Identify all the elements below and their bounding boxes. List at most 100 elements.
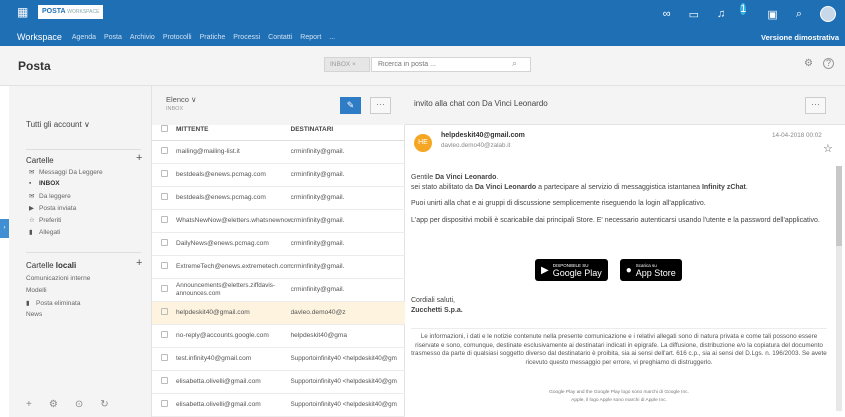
mail-recipients: davleo.demo40@z	[290, 301, 405, 325]
mail-row[interactable]: no-reply@accounts.google.com helpdeskit40…	[152, 324, 405, 348]
mail-row[interactable]: Announcements@eletters.ziffdavis-announc…	[152, 278, 405, 302]
folder-filter-chip[interactable]: INBOX ×	[324, 57, 370, 72]
view-selector[interactable]: Elenco ∨	[166, 95, 197, 104]
workspace-link[interactable]: Workspace	[17, 32, 62, 42]
mail-row[interactable]: elisabetta.olivelli@gmail.com Supportoinf…	[152, 393, 405, 417]
column-header-sender[interactable]: MITTENTE	[176, 119, 291, 141]
sidebar-item-attachments[interactable]: ▮ Allegati	[29, 228, 60, 236]
google-play-badge[interactable]: ▶ DISPONIBILE SU Google Play	[535, 259, 608, 281]
mail-row[interactable]: ExtremeTech@enews.extremetech.com crminfi…	[152, 255, 405, 279]
check-circle-icon[interactable]: ⊙	[75, 399, 83, 410]
mail-recipients: crminfinity@gmail.	[290, 278, 405, 302]
row-checkbox[interactable]	[152, 209, 176, 233]
star-icon[interactable]: ☆	[823, 142, 833, 155]
mail-recipients: Supportoinfinity40 <helpdeskit40@gm	[290, 370, 405, 394]
mail-row[interactable]: elisabetta.olivelli@gmail.com Supportoinf…	[152, 370, 405, 394]
notification-badge: 1	[740, 3, 747, 15]
body-paragraph: Puoi unirti alla chat e ai gruppi di dis…	[411, 200, 706, 207]
add-folder-button[interactable]: +	[136, 152, 142, 164]
row-checkbox[interactable]	[152, 255, 176, 279]
folders-section-title: Cartelle	[26, 156, 54, 165]
sidebar-item-internal-comms[interactable]: Comunicazioni interne	[26, 275, 90, 282]
reader-header: invito alla chat con Da Vinci Leonardo ·…	[405, 86, 845, 125]
sidebar-item-favorites[interactable]: ☆ Preferiti	[29, 216, 61, 224]
user-avatar[interactable]	[820, 6, 836, 22]
mail-row[interactable]: helpdeskit40@gmail.com davleo.demo40@z	[152, 301, 405, 325]
sidebar-item-trash[interactable]: ▮ Posta eliminata	[26, 299, 80, 307]
search-icon[interactable]: ⌕	[796, 8, 802, 21]
mail-sender: test.infinity40@gmail.com	[176, 347, 291, 371]
row-checkbox[interactable]	[152, 140, 176, 164]
paperclip-icon: ▮	[29, 229, 33, 236]
sidebar-footer: + ⚙ ⊙ ↻	[9, 399, 152, 410]
account-selector[interactable]: Tutti gli account ∨	[26, 120, 90, 129]
sidebar-item-unread-messages[interactable]: ✉ Messaggi Da Leggere	[29, 168, 103, 176]
bell-icon[interactable]: ♫ 1	[717, 3, 749, 20]
local-folders-section-title: Cartelle locali	[26, 261, 77, 270]
nav-report[interactable]: Report	[300, 34, 321, 41]
sidebar-toggle[interactable]: ›	[0, 219, 9, 238]
nav-processi[interactable]: Processi	[233, 34, 260, 41]
reader-scrollbar[interactable]	[836, 166, 842, 411]
search-input[interactable]	[371, 57, 531, 72]
add-local-folder-button[interactable]: +	[136, 257, 142, 269]
row-checkbox[interactable]	[152, 278, 176, 302]
nav-contatti[interactable]: Contatti	[268, 34, 292, 41]
nav-agenda[interactable]: Agenda	[72, 34, 96, 41]
row-checkbox[interactable]	[152, 370, 176, 394]
mail-sender: helpdeskit40@gmail.com	[176, 301, 291, 325]
nav-posta[interactable]: Posta	[104, 34, 122, 41]
row-checkbox[interactable]	[152, 347, 176, 371]
mail-row[interactable]: DailyNews@enews.pcmag.com crminfinity@gma…	[152, 232, 405, 256]
scrollbar-thumb[interactable]	[836, 166, 842, 246]
infinity-icon[interactable]: ∞	[663, 8, 671, 20]
sidebar-item-to-read[interactable]: ✉ Da leggere	[29, 192, 71, 200]
mail-row[interactable]: test.infinity40@gmail.com Supportoinfinit…	[152, 347, 405, 371]
search-icon[interactable]: ⌕	[512, 58, 517, 69]
list-more-button[interactable]: ···	[370, 97, 391, 114]
monitor-icon[interactable]: ▭	[689, 8, 699, 21]
top-bar: ▦ POSTA WORKSPACE ∞ ▭ ♫ 1 ▣ ⌕ Workspace A…	[0, 0, 845, 46]
select-all-checkbox[interactable]	[152, 119, 176, 141]
sender-address[interactable]: helpdeskit40@gmail.com	[441, 132, 525, 139]
sidebar-item-inbox[interactable]: ▪ INBOX	[29, 180, 60, 187]
help-icon[interactable]: ?	[823, 58, 834, 69]
row-checkbox[interactable]	[152, 232, 176, 256]
refresh-icon[interactable]: ↻	[100, 399, 108, 410]
mail-recipients: Supportoinfinity40 <helpdeskit40@gm	[290, 393, 405, 417]
mail-row[interactable]: WhatsNewNow@eletters.whatsnewnow.comcrmi…	[152, 209, 405, 233]
compose-button[interactable]: ✎	[340, 97, 361, 114]
row-checkbox[interactable]	[152, 393, 176, 417]
envelope-icon: ✉	[29, 169, 35, 176]
row-checkbox[interactable]	[152, 301, 176, 325]
app-grid-icon[interactable]: ▦	[17, 6, 29, 18]
sidebar-item-sent[interactable]: ▶ Posta inviata	[29, 204, 76, 212]
settings-gear-icon[interactable]: ⚙	[49, 399, 58, 410]
nav-protocolli[interactable]: Protocolli	[163, 34, 192, 41]
mail-row[interactable]: mailing@mailing-list.it crminfinity@gmail…	[152, 140, 405, 164]
mail-row[interactable]: bestdeals@enews.pcmag.com crminfinity@gma…	[152, 163, 405, 187]
mail-row[interactable]: bestdeals@enews.pcmag.com crminfinity@gma…	[152, 186, 405, 210]
row-checkbox[interactable]	[152, 163, 176, 187]
add-icon[interactable]: +	[26, 399, 32, 410]
app-brand[interactable]: POSTA WORKSPACE	[38, 5, 104, 19]
row-checkbox[interactable]	[152, 324, 176, 348]
apple-icon: ●	[625, 264, 632, 276]
settings-gear-icon[interactable]: ⚙	[804, 58, 813, 69]
column-header-recipients[interactable]: DESTINATARI	[290, 119, 405, 141]
sidebar-item-news[interactable]: News	[26, 311, 42, 318]
row-checkbox[interactable]	[152, 186, 176, 210]
sidebar-item-templates[interactable]: Modelli	[26, 287, 47, 294]
nav-more[interactable]: ...	[329, 34, 335, 41]
chat-icon[interactable]: ▣	[767, 8, 777, 21]
title-bar: Posta INBOX × ⌕ ⚙ ?	[0, 46, 845, 86]
nav-pratiche[interactable]: Pratiche	[200, 34, 226, 41]
nav-archivio[interactable]: Archivio	[130, 34, 155, 41]
divider	[26, 149, 141, 150]
reader-more-button[interactable]: ···	[805, 97, 826, 114]
app-store-badge[interactable]: ● Scarica su App Store	[619, 259, 682, 281]
google-play-icon: ▶	[541, 264, 549, 276]
top-right-toolbar: ∞ ▭ ♫ 1 ▣ ⌕	[654, 0, 845, 28]
sender-avatar: HE	[414, 134, 432, 152]
legal-notes: Google Play and the Google Play logo son…	[549, 390, 689, 403]
